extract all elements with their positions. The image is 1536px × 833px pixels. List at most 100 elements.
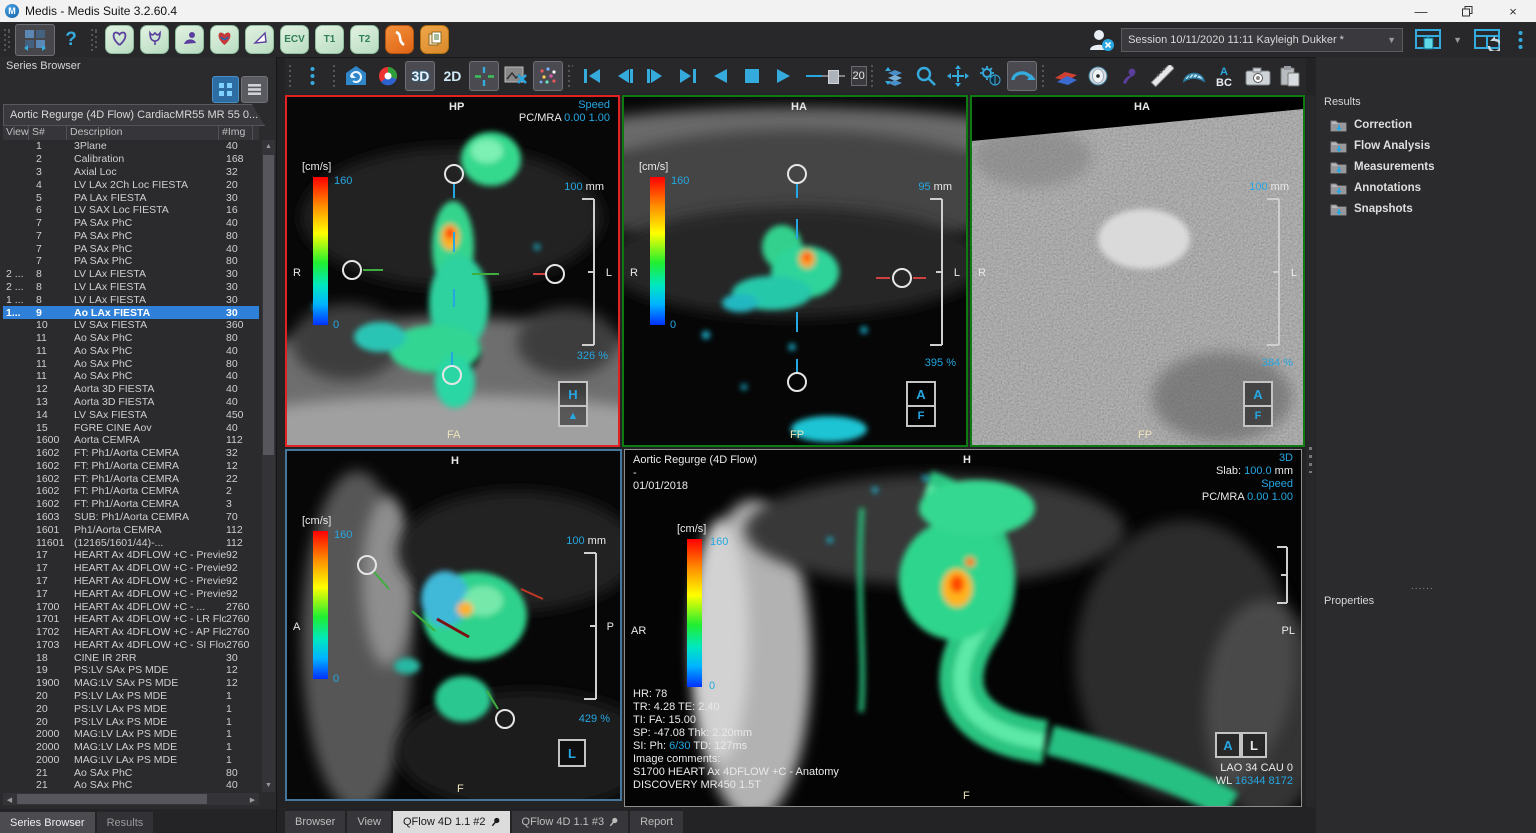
clip-plane-button[interactable] (1051, 61, 1081, 91)
list-view-button[interactable] (241, 76, 268, 103)
series-row[interactable]: 14 LV SAx FIESTA 450 (3, 408, 259, 421)
series-row[interactable]: 1602 FT: Ph1/Aorta CEMRA 2 (3, 485, 259, 498)
series-row[interactable]: 2000 MAG:LV LAx PS MDE 1 (3, 754, 259, 767)
scroll-up-icon[interactable]: ▲ (262, 140, 275, 153)
copy-clipboard-button[interactable] (1275, 61, 1305, 91)
series-row[interactable]: 1602 FT: Ph1/Aorta CEMRA 12 (3, 460, 259, 473)
series-row[interactable]: 1703 HEART Ax 4DFLOW +C - SI Flow 2760 (3, 638, 259, 651)
toolbar-grip[interactable] (333, 65, 337, 87)
orientation-cube[interactable]: H (558, 381, 588, 407)
orientation-cube-secondary[interactable]: F (1243, 405, 1273, 427)
rotate-tool-button[interactable] (1007, 61, 1037, 91)
scroll-down-icon[interactable]: ▼ (262, 779, 275, 792)
first-frame-button[interactable] (577, 61, 607, 91)
scroll-left-icon[interactable]: ◀ (3, 793, 16, 806)
app-t2-button[interactable]: T2 (350, 25, 379, 54)
probe-button[interactable] (1083, 61, 1113, 91)
series-row[interactable]: 1601 Ph1/Aorta CEMRA 112 (3, 523, 259, 536)
app-heart-flow-button[interactable] (210, 25, 239, 54)
session-dropdown[interactable]: Session 10/11/2020 11:11 Kayleigh Dukker… (1121, 28, 1403, 52)
reset-orientation-button[interactable] (341, 61, 371, 91)
crosshair-toggle-button[interactable] (469, 61, 499, 91)
results-item-snapshots[interactable]: Snapshots (1330, 202, 1413, 216)
orientation-cube[interactable]: A (1243, 381, 1273, 407)
column-img-count[interactable]: #Img (219, 126, 253, 141)
toolbar-grip[interactable] (568, 65, 572, 87)
series-row[interactable]: 18 CINE IR 2RR 30 (3, 651, 259, 664)
zoom-tool-button[interactable] (911, 61, 941, 91)
series-row[interactable]: 1700 HEART Ax 4DFLOW +C - ... 2760 (3, 600, 259, 613)
mode-3d-button[interactable]: 3D (405, 61, 435, 91)
slider-handle[interactable] (828, 70, 839, 84)
series-row[interactable]: 11 Ao SAx PhC 40 (3, 370, 259, 383)
series-row[interactable]: 1602 FT: Ph1/Aorta CEMRA 22 (3, 472, 259, 485)
series-row[interactable]: 2000 MAG:LV LAx PS MDE 1 (3, 741, 259, 754)
save-view-layout-button[interactable] (1409, 24, 1447, 56)
panel-splitter[interactable] (1306, 95, 1315, 807)
column-description[interactable]: Description (67, 126, 219, 141)
tab-browser[interactable]: Browser (285, 811, 345, 833)
series-row[interactable]: 1701 HEART Ax 4DFLOW +C - LR Flow 2760 (3, 613, 259, 626)
series-row[interactable]: 20 PS:LV LAx PS MDE 1 (3, 690, 259, 703)
mode-2d-button[interactable]: 2D (437, 61, 467, 91)
viewport-3d[interactable]: Aortic Regurge (4D Flow) - 01/01/2018 H … (624, 449, 1302, 807)
toolbar-overflow-button[interactable] (1512, 25, 1528, 55)
series-row[interactable]: 13 Aorta 3D FIESTA 40 (3, 396, 259, 409)
series-row[interactable]: 7 PA SAx PhC 80 (3, 255, 259, 268)
app-report-docs-button[interactable] (420, 25, 449, 54)
series-row[interactable]: 17 HEART Ax 4DFLOW +C - Preview 92 (3, 587, 259, 600)
series-row[interactable]: 17 HEART Ax 4DFLOW +C - Preview 92 (3, 549, 259, 562)
properties-splitter-handle[interactable]: ...... (1411, 581, 1434, 592)
app-tulip-button[interactable] (140, 25, 169, 54)
toolbar-grip[interactable] (91, 29, 98, 51)
tab-view[interactable]: View (347, 811, 391, 833)
scrollbar-thumb[interactable] (263, 155, 274, 455)
series-row[interactable]: 15 FGRE CINE Aov 40 (3, 421, 259, 434)
marker-3d-button[interactable] (1115, 61, 1145, 91)
toolbar-grip[interactable] (4, 29, 11, 51)
series-row[interactable]: 5 PA LAx FIESTA 30 (3, 191, 259, 204)
snapshot-button[interactable] (1243, 61, 1273, 91)
series-row[interactable]: 2 ... 8 LV LAx FIESTA 30 (3, 281, 259, 294)
series-row[interactable]: 1702 HEART Ax 4DFLOW +C - AP Flow 2760 (3, 626, 259, 639)
particle-trace-button[interactable] (533, 61, 563, 91)
color-wheel-button[interactable] (373, 61, 403, 91)
layout-viewports-button[interactable] (15, 24, 55, 56)
series-row[interactable]: 17 HEART Ax 4DFLOW +C - Preview 92 (3, 575, 259, 588)
series-row[interactable]: 20 PS:LV LAx PS MDE 1 (3, 702, 259, 715)
series-row[interactable]: 17 HEART Ax 4DFLOW +C - Preview 92 (3, 562, 259, 575)
column-view[interactable]: View (3, 126, 29, 141)
series-row[interactable]: 10 LV SAx FIESTA 360 (3, 319, 259, 332)
series-row[interactable]: 1602 FT: Ph1/Aorta CEMRA 3 (3, 498, 259, 511)
restore-button[interactable] (1444, 0, 1490, 22)
minimize-button[interactable]: — (1398, 0, 1444, 22)
tab-qflow-4d-1-1-2[interactable]: QFlow 4D 1.1 #2 (393, 811, 510, 833)
series-row[interactable]: 11 Ao SAx PhC 80 (3, 332, 259, 345)
app-person-button[interactable] (175, 25, 204, 54)
app-t1-button[interactable]: T1 (315, 25, 344, 54)
series-row[interactable]: 2 Calibration 168 (3, 153, 259, 166)
series-row[interactable]: 1600 Aorta CEMRA 112 (3, 434, 259, 447)
series-horizontal-scrollbar[interactable]: ◀ ▶ (3, 793, 259, 805)
step-forward-button[interactable] (641, 61, 671, 91)
toolbar-grip[interactable] (289, 65, 293, 87)
series-row[interactable]: 20 PS:LV LAx PS MDE 1 (3, 715, 259, 728)
scroll-right-icon[interactable]: ▶ (246, 793, 259, 806)
orientation-cube-arrow[interactable]: ▲ (558, 405, 588, 427)
series-row[interactable]: 21 Ao SAx PhC 80 (3, 766, 259, 779)
results-item-correction[interactable]: Correction (1330, 118, 1412, 132)
chevron-down-icon[interactable]: ▼ (1453, 35, 1462, 45)
results-item-annotations[interactable]: Annotations (1330, 181, 1421, 195)
series-row[interactable]: 1 3Plane 40 (3, 140, 259, 153)
frame-rate-input[interactable]: 20 (851, 66, 867, 86)
app-flow-orange-button[interactable] (385, 25, 414, 54)
series-row[interactable]: 1 ... 8 LV LAx FIESTA 30 (3, 293, 259, 306)
series-row[interactable]: 7 PA SAx PhC 40 (3, 242, 259, 255)
series-row[interactable]: 11601 (12165/1601/44)-... 112 (3, 536, 259, 549)
study-tab[interactable]: Aortic Regurge (4D Flow) CardiacMR55 MR … (3, 104, 265, 126)
play-reverse-button[interactable] (705, 61, 735, 91)
series-row[interactable]: 1602 FT: Ph1/Aorta CEMRA 32 (3, 447, 259, 460)
contour-tool-button[interactable] (1179, 61, 1209, 91)
splitter-handle[interactable] (1309, 447, 1312, 473)
series-row[interactable]: 2 ... 8 LV LAx FIESTA 30 (3, 268, 259, 281)
